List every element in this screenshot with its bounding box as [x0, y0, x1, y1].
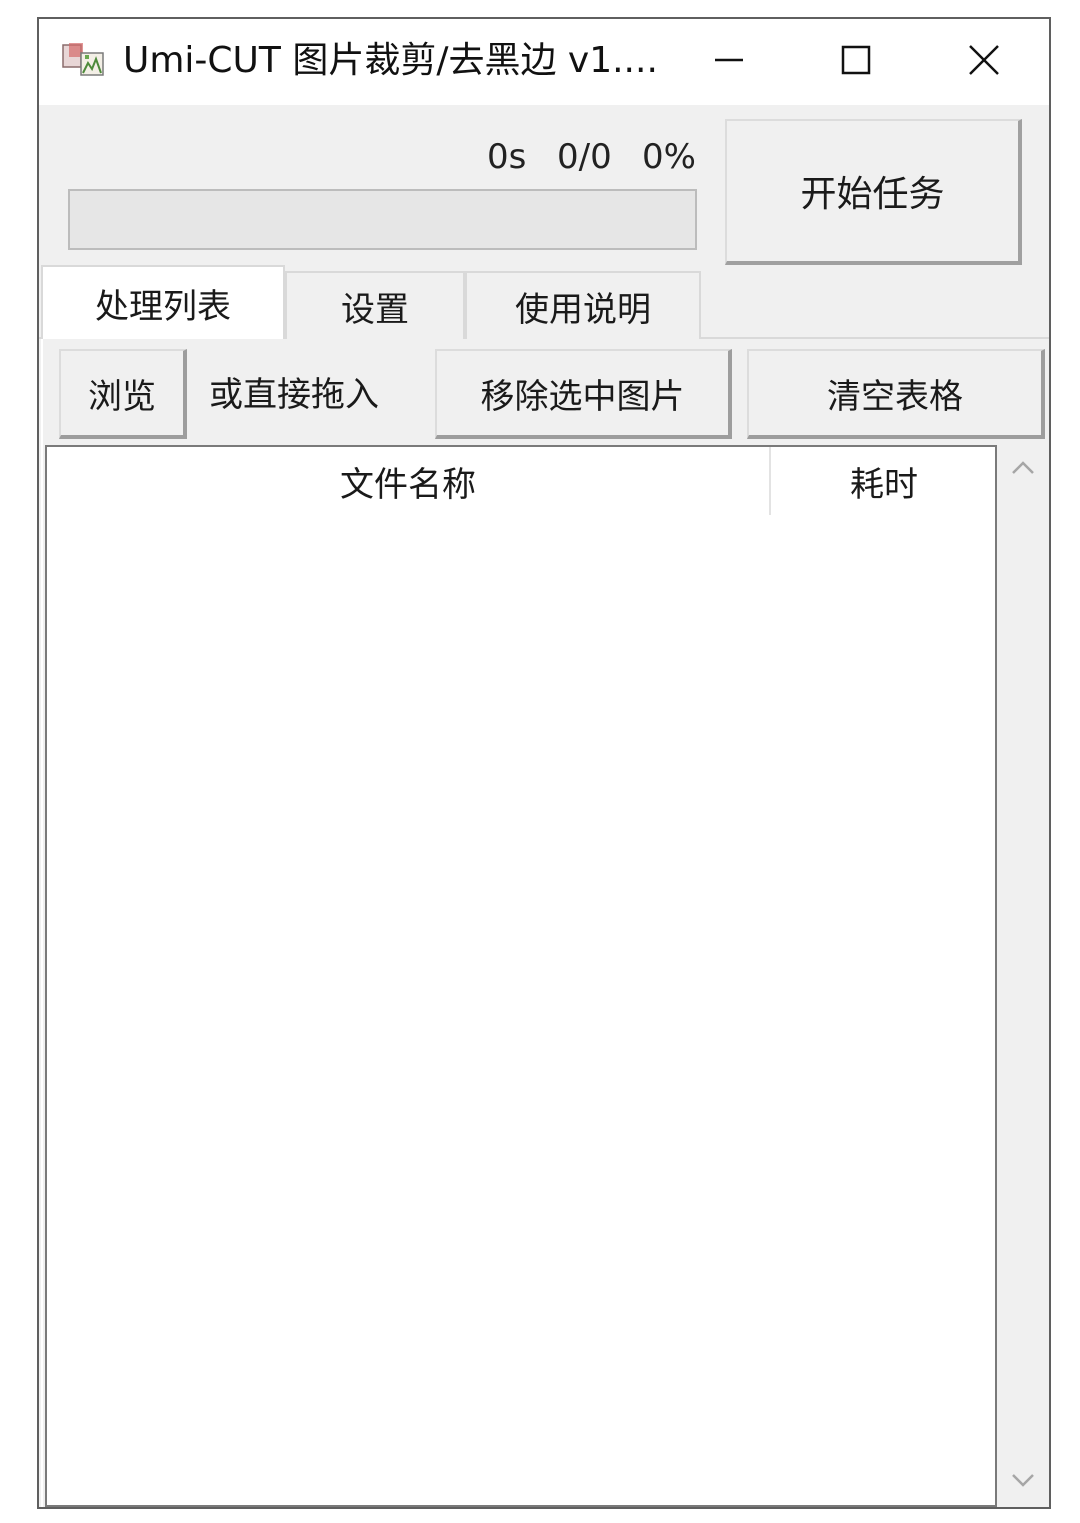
- vertical-scrollbar[interactable]: [999, 445, 1047, 1507]
- tab-settings[interactable]: 设置: [285, 271, 465, 339]
- chevron-up-icon[interactable]: [1007, 453, 1039, 485]
- file-count: 0/0: [557, 137, 612, 177]
- remove-selected-button[interactable]: 移除选中图片: [435, 349, 732, 439]
- column-header-filename[interactable]: 文件名称: [47, 447, 771, 515]
- progress-bar: [68, 189, 697, 250]
- progress-percent: 0%: [642, 137, 696, 177]
- clear-table-button[interactable]: 清空表格: [747, 349, 1045, 439]
- title-bar[interactable]: Umi-CUT 图片裁剪/去黑边 v1....: [39, 19, 1049, 105]
- elapsed-time: 0s: [487, 137, 527, 177]
- close-button[interactable]: [924, 19, 1044, 105]
- tab-instructions[interactable]: 使用说明: [465, 271, 701, 339]
- browse-button[interactable]: 浏览: [59, 349, 187, 439]
- maximize-button[interactable]: [796, 19, 916, 105]
- minimize-icon: [713, 44, 745, 80]
- column-header-duration[interactable]: 耗时: [773, 447, 995, 515]
- close-icon: [967, 43, 1001, 81]
- window-title: Umi-CUT 图片裁剪/去黑边 v1....: [123, 40, 658, 81]
- table-header: 文件名称 耗时: [47, 447, 995, 515]
- tab-process-list[interactable]: 处理列表: [41, 265, 285, 339]
- process-list-panel: 浏览 或直接拖入 移除选中图片 清空表格 文件名称 耗时: [41, 339, 1047, 1507]
- app-image-icon: [61, 41, 105, 77]
- app-window: Umi-CUT 图片裁剪/去黑边 v1.... 0s 0/0 0% 开始任务 处…: [37, 17, 1051, 1509]
- minimize-button[interactable]: [669, 19, 789, 105]
- drop-hint-label: 或直接拖入: [209, 375, 379, 415]
- file-table[interactable]: 文件名称 耗时: [45, 445, 997, 1507]
- start-task-button[interactable]: 开始任务: [725, 119, 1022, 265]
- maximize-icon: [840, 44, 872, 80]
- chevron-down-icon[interactable]: [1007, 1463, 1039, 1495]
